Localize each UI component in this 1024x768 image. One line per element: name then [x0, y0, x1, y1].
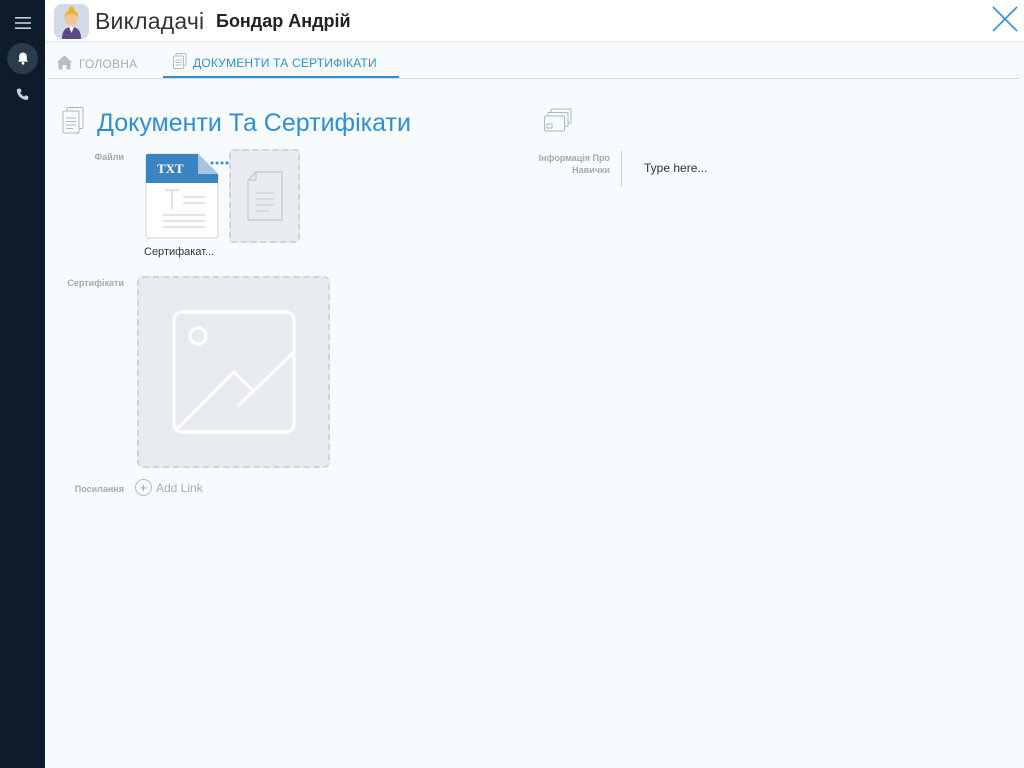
record-title: Бондар Андрій — [216, 11, 351, 31]
file-options-icon[interactable] — [210, 153, 230, 165]
phone-icon[interactable] — [7, 79, 38, 110]
file-thumbnail[interactable]: TXT — [145, 153, 219, 239]
teacher-avatar-icon — [54, 4, 89, 39]
file-upload-dropzone[interactable] — [229, 149, 300, 243]
tab-documents[interactable]: ДОКУМЕНТИ ТА СЕРТИФІКАТИ — [163, 49, 399, 78]
skills-section-icon — [543, 108, 573, 139]
close-icon[interactable] — [990, 4, 1020, 34]
links-label: Посилання — [74, 484, 124, 494]
plus-circle-icon: + — [135, 479, 152, 496]
tab-home[interactable]: ГОЛОВНА — [56, 49, 137, 78]
skills-input[interactable] — [636, 158, 1006, 178]
left-rail — [0, 0, 45, 768]
certificate-upload-dropzone[interactable] — [137, 276, 330, 468]
image-placeholder-icon — [172, 310, 295, 434]
skills-divider — [621, 151, 622, 187]
certificates-label: Сертифікати — [67, 278, 124, 288]
file-type-label: TXT — [157, 161, 184, 176]
file-placeholder-icon — [246, 171, 283, 221]
add-link-label: Add Link — [156, 480, 203, 495]
document-icon — [173, 53, 187, 72]
app-title: Викладачі — [95, 8, 205, 34]
home-icon — [56, 55, 73, 73]
tab-home-label: ГОЛОВНА — [79, 56, 138, 71]
add-link-button[interactable]: + Add Link — [135, 479, 203, 496]
hamburger-menu-icon[interactable] — [7, 7, 38, 38]
tab-bar: ГОЛОВНА ДОКУМЕНТИ ТА СЕРТИФІКАТИ — [48, 49, 1020, 79]
file-name[interactable]: Сертифакат... — [144, 246, 224, 258]
files-label: Файли — [94, 152, 124, 162]
documents-section-icon — [61, 107, 85, 140]
bell-icon[interactable] — [7, 43, 38, 74]
tab-documents-label: ДОКУМЕНТИ ТА СЕРТИФІКАТИ — [193, 55, 377, 70]
skills-label: Інформація Про Навички — [538, 153, 610, 175]
record-header: Викладачі Бондар Андрій — [45, 0, 1024, 42]
section-title: Документи Та Сертифікати — [97, 109, 411, 137]
